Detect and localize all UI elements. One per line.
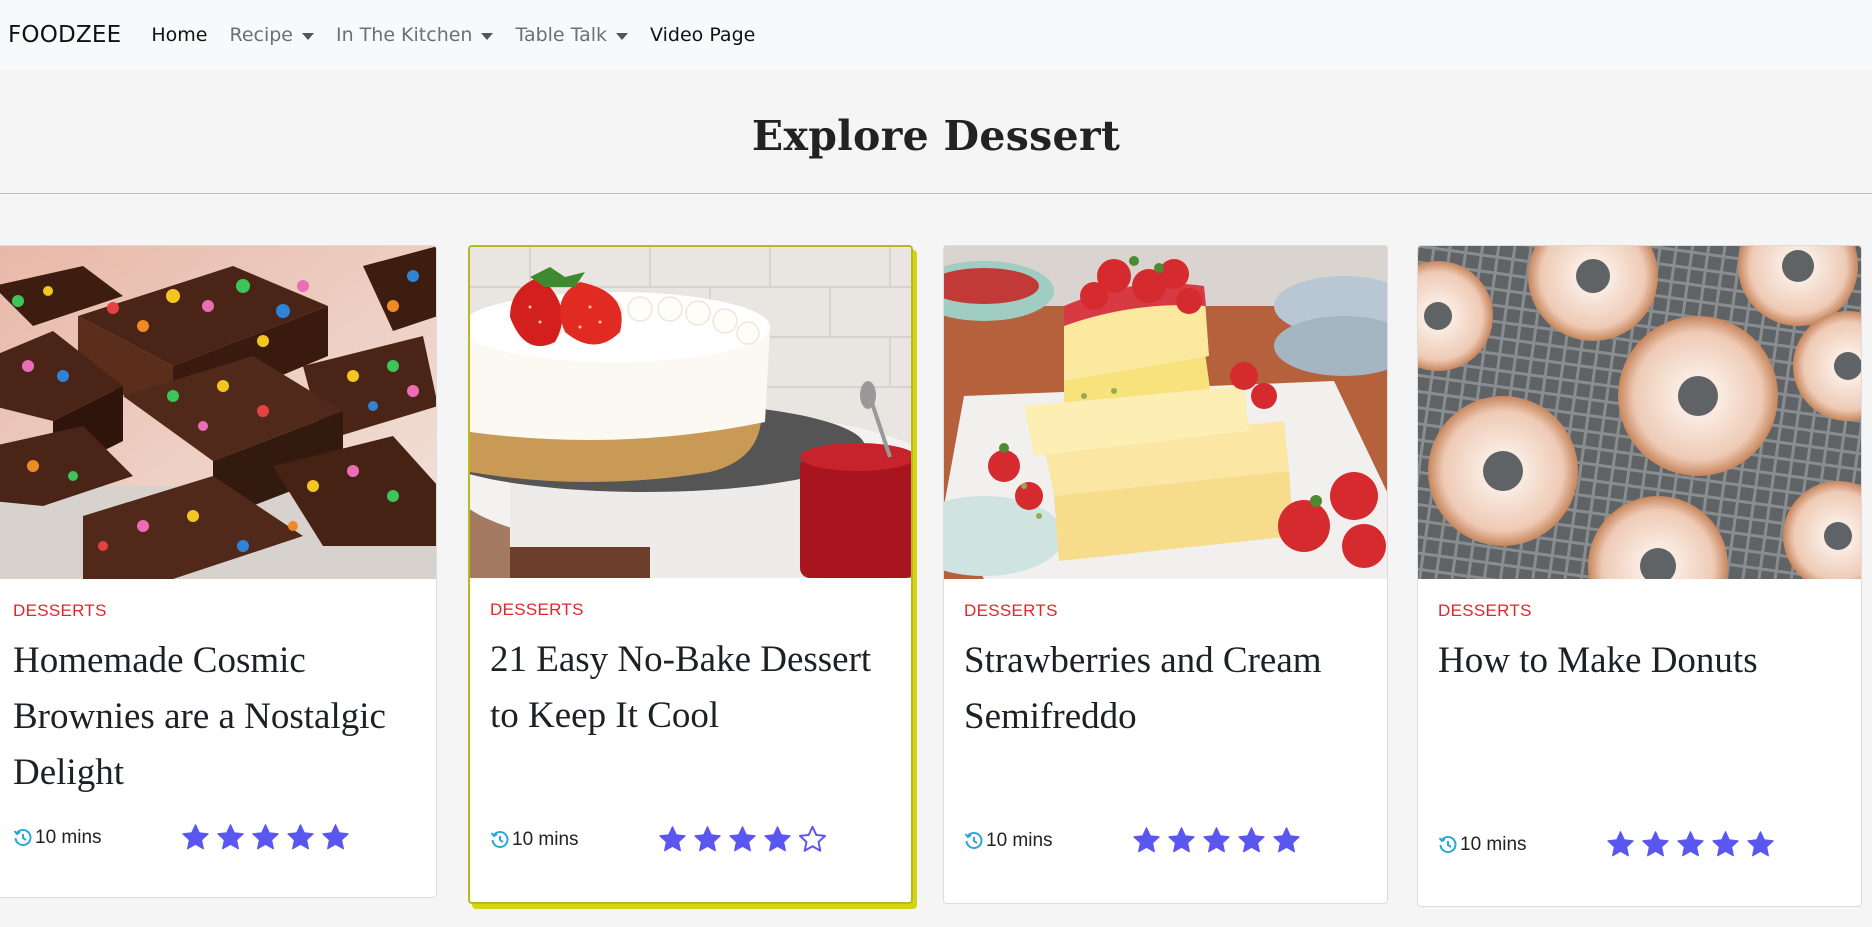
card-title[interactable]: Homemade Cosmic Brownies are a Nostalgic… [13, 633, 416, 801]
star-filled-icon [1607, 831, 1634, 857]
nav-home-label: Home [151, 24, 208, 46]
recipe-card[interactable]: DESSERTS How to Make Donuts 10 mins [1417, 245, 1862, 907]
cheesecake-photo[interactable] [470, 247, 911, 578]
star-filled-icon [1168, 827, 1195, 853]
history-clock-icon [964, 831, 983, 849]
star-filled-icon [1273, 827, 1300, 853]
star-filled-icon [217, 824, 244, 850]
category-label[interactable]: DESSERTS [13, 601, 416, 621]
history-clock-icon [490, 830, 509, 848]
nav-links: Home Recipe In The Kitchen Table Talk Vi… [151, 24, 777, 46]
caret-down-icon [302, 32, 314, 40]
prep-time: 10 mins [490, 829, 658, 851]
star-filled-icon [659, 826, 686, 852]
category-label[interactable]: DESSERTS [490, 600, 891, 620]
prep-time-text: 10 mins [1460, 833, 1527, 855]
star-filled-icon [322, 824, 349, 850]
card-body: DESSERTS 21 Easy No-Bake Dessert to Keep… [470, 578, 911, 744]
star-filled-icon [287, 824, 314, 850]
star-filled-icon [1747, 831, 1774, 857]
donuts-image [1418, 246, 1861, 579]
card-title[interactable]: How to Make Donuts [1438, 633, 1841, 689]
history-clock-icon [1438, 835, 1457, 853]
star-filled-icon [764, 826, 791, 852]
prep-time: 10 mins [13, 827, 181, 849]
nav-recipe-dropdown[interactable]: Recipe [229, 24, 314, 46]
caret-down-icon [481, 32, 494, 40]
brownies-image [0, 246, 436, 579]
star-filled-icon [1712, 831, 1739, 857]
card-body: DESSERTS Homemade Cosmic Brownies are a … [0, 579, 436, 801]
semifreddo-image [944, 246, 1387, 579]
page-title: Explore Dessert [751, 112, 1121, 160]
card-body: DESSERTS How to Make Donuts [1418, 579, 1861, 689]
card-meta: 10 mins [1438, 830, 1798, 859]
star-filled-icon [1642, 831, 1669, 857]
star-filled-icon [182, 824, 209, 850]
star-rating [658, 825, 833, 854]
cheesecake-image [470, 247, 911, 578]
brand-logo[interactable]: FOODZEE [8, 22, 121, 48]
card-meta: 10 mins [964, 826, 1324, 855]
brownies-photo[interactable] [0, 246, 436, 579]
prep-time: 10 mins [964, 830, 1132, 852]
recipe-card-highlighted[interactable]: DESSERTS 21 Easy No-Bake Dessert to Keep… [468, 245, 913, 904]
divider [0, 193, 1872, 194]
nav-video-page[interactable]: Video Page [650, 24, 755, 46]
caret-down-icon [616, 32, 629, 40]
prep-time-text: 10 mins [35, 826, 102, 848]
nav-table-talk-dropdown[interactable]: Table Talk [515, 24, 629, 46]
nav-recipe-label: Recipe [229, 24, 293, 46]
donuts-photo[interactable] [1418, 246, 1861, 579]
star-filled-icon [1133, 827, 1160, 853]
nav-video-page-label: Video Page [650, 24, 756, 46]
card-meta: 10 mins [13, 823, 373, 852]
nav-table-talk-label: Table Talk [515, 24, 608, 46]
star-filled-icon [1203, 827, 1230, 853]
nav-in-the-kitchen-dropdown[interactable]: In The Kitchen [336, 24, 494, 46]
navbar: FOODZEE Home Recipe In The Kitchen Table… [0, 0, 1872, 70]
prep-time-text: 10 mins [512, 828, 579, 850]
recipe-card[interactable]: DESSERTS Strawberries and Cream Semifred… [943, 245, 1388, 904]
card-meta: 10 mins [490, 825, 850, 854]
semifreddo-photo[interactable] [944, 246, 1387, 579]
nav-in-the-kitchen-label: In The Kitchen [336, 24, 473, 46]
card-title[interactable]: 21 Easy No-Bake Dessert to Keep It Cool [490, 632, 891, 744]
card-body: DESSERTS Strawberries and Cream Semifred… [944, 579, 1387, 745]
star-filled-icon [252, 824, 279, 850]
history-clock-icon [13, 828, 32, 846]
card-title[interactable]: Strawberries and Cream Semifreddo [964, 633, 1367, 745]
star-rating [1132, 826, 1307, 855]
star-filled-icon [1677, 831, 1704, 857]
category-label[interactable]: DESSERTS [1438, 601, 1841, 621]
star-rating [181, 823, 356, 852]
star-filled-icon [729, 826, 756, 852]
star-filled-icon [694, 826, 721, 852]
prep-time: 10 mins [1438, 834, 1606, 856]
star-rating [1606, 830, 1781, 859]
star-empty-icon [798, 825, 827, 852]
star-filled-icon [1238, 827, 1265, 853]
nav-home[interactable]: Home [151, 24, 207, 46]
category-label[interactable]: DESSERTS [964, 601, 1367, 621]
recipe-card[interactable]: DESSERTS Homemade Cosmic Brownies are a … [0, 245, 437, 898]
prep-time-text: 10 mins [986, 829, 1053, 851]
